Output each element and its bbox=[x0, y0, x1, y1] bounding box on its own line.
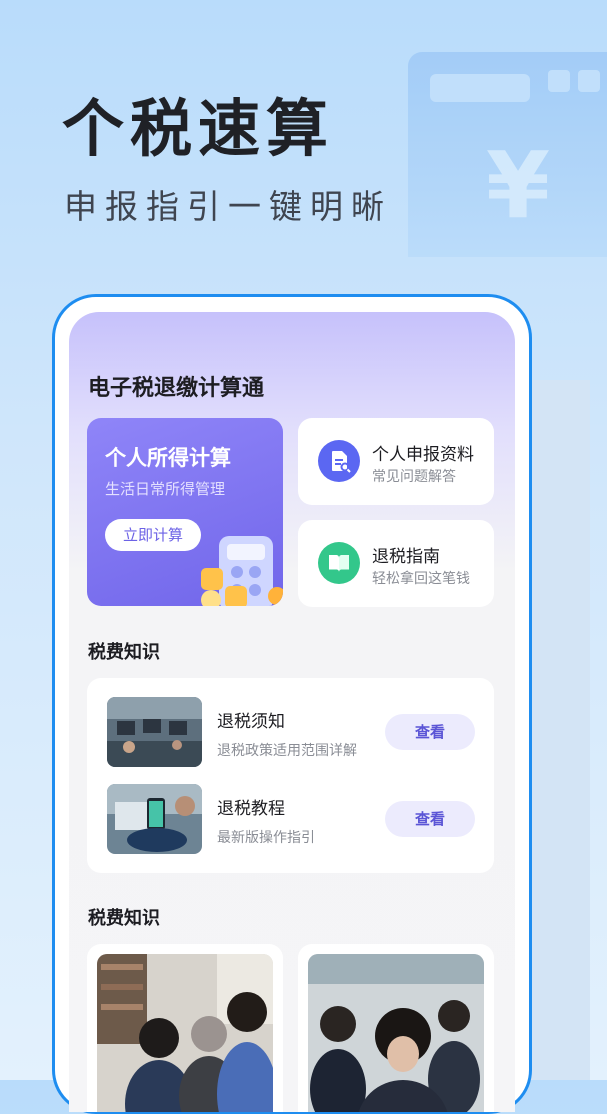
receipt-decoration: ¥ bbox=[408, 52, 607, 257]
students-photo bbox=[308, 954, 484, 1112]
document-search-icon bbox=[318, 440, 360, 482]
income-calc-card[interactable]: 个人所得计算 生活日常所得管理 立即计算 bbox=[87, 418, 283, 606]
app-screen: 电子税退缴计算通 个人所得计算 生活日常所得管理 立即计算 个人申报资料 常见问… bbox=[69, 312, 515, 1112]
calculate-now-button[interactable]: 立即计算 bbox=[105, 519, 201, 551]
list-item-title: 退税教程 bbox=[217, 799, 285, 819]
knowledge-list: 退税须知 退税政策适用范围详解 查看 退税教程 最新版操作指引 查看 bbox=[87, 678, 494, 873]
list-item[interactable]: 退税教程 最新版操作指引 查看 bbox=[107, 784, 477, 854]
list-item-subtitle: 最新版操作指引 bbox=[217, 830, 315, 846]
list-item[interactable]: 退税须知 退税政策适用范围详解 查看 bbox=[107, 697, 477, 767]
refund-guide-card[interactable]: 退税指南 轻松拿回这笔钱 bbox=[298, 520, 494, 607]
list-item-title: 退税须知 bbox=[217, 712, 285, 732]
family-study-photo bbox=[97, 954, 273, 1112]
refund-guide-subtitle: 轻松拿回这笔钱 bbox=[372, 571, 470, 587]
hero-subtitle: 申报指引一键明晰 bbox=[64, 187, 392, 226]
app-title: 电子税退缴计算通 bbox=[88, 376, 265, 401]
article-card[interactable] bbox=[87, 944, 283, 1112]
section-title-knowledge-2: 税费知识 bbox=[88, 908, 160, 929]
yen-icon: ¥ bbox=[486, 132, 551, 239]
office-photo-thumbnail bbox=[107, 697, 202, 767]
hero-title: 个税速算 bbox=[62, 92, 335, 165]
refund-guide-title: 退税指南 bbox=[372, 547, 440, 567]
view-button[interactable]: 查看 bbox=[385, 801, 475, 837]
personal-filing-title: 个人申报资料 bbox=[372, 445, 474, 465]
view-button[interactable]: 查看 bbox=[385, 714, 475, 750]
list-item-subtitle: 退税政策适用范围详解 bbox=[217, 743, 357, 759]
income-calc-title: 个人所得计算 bbox=[105, 446, 231, 470]
phone-photo-thumbnail bbox=[107, 784, 202, 854]
personal-filing-subtitle: 常见问题解答 bbox=[372, 469, 456, 485]
section-title-knowledge: 税费知识 bbox=[88, 642, 160, 663]
income-calc-subtitle: 生活日常所得管理 bbox=[105, 480, 226, 498]
calculator-icon bbox=[201, 536, 283, 606]
personal-filing-card[interactable]: 个人申报资料 常见问题解答 bbox=[298, 418, 494, 505]
article-card[interactable] bbox=[298, 944, 494, 1112]
open-book-icon bbox=[318, 542, 360, 584]
